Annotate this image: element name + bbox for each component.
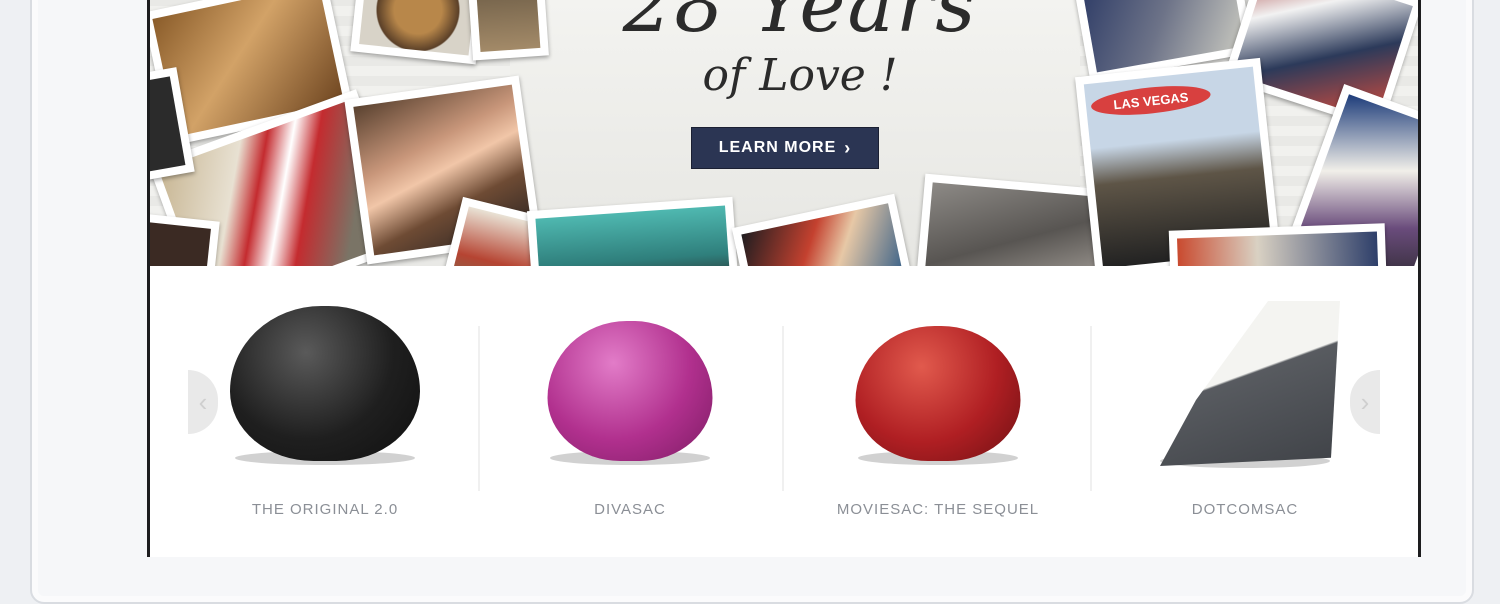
product-divider <box>782 326 784 491</box>
learn-more-label: LEARN MORE <box>718 139 837 156</box>
product-image-original <box>230 306 420 461</box>
las-vegas-sign: LAS VEGAS <box>1089 81 1212 120</box>
hero-subline: of Love ! <box>702 50 898 101</box>
product-image-divasac <box>547 321 713 461</box>
product-carousel: ‹ THE ORIGINAL 2.0 DIVASAC MOVIESAC: THE… <box>150 266 1418 557</box>
product-name: THE ORIGINAL 2.0 <box>251 501 399 518</box>
product-card-divasac[interactable]: DIVASAC <box>490 286 770 536</box>
collage-photo-bottom-right <box>1168 223 1388 266</box>
product-card-dotcomsac[interactable]: DOTCOMSAC <box>1105 286 1385 536</box>
hero-banner[interactable]: LAS VEGAS 28 Years of Love ! LEARN MORE … <box>150 0 1418 266</box>
collage-photo-left-bottom <box>150 212 220 266</box>
product-divider <box>478 326 480 491</box>
tablet-screen: LAS VEGAS 28 Years of Love ! LEARN MORE … <box>147 0 1421 557</box>
product-divider <box>1090 326 1092 491</box>
las-vegas-sign-text: LAS VEGAS <box>1112 89 1189 112</box>
learn-more-button[interactable]: LEARN MORE › <box>691 127 879 169</box>
collage-photo-circle <box>350 0 486 65</box>
product-name: DIVASAC <box>594 501 666 518</box>
product-image-moviesac <box>855 326 1021 461</box>
product-name: DOTCOMSAC <box>1191 501 1299 518</box>
product-name: MOVIESAC: THE SEQUEL <box>836 501 1040 518</box>
product-card-moviesac[interactable]: MOVIESAC: THE SEQUEL <box>798 286 1078 536</box>
hero-headline: 28 Years <box>622 0 978 50</box>
product-image-dotcomsac <box>1160 301 1340 466</box>
collage-photo-frame <box>467 0 549 61</box>
chevron-right-icon: › <box>1360 386 1370 417</box>
chevron-right-icon: › <box>844 137 852 158</box>
product-card-original[interactable]: THE ORIGINAL 2.0 <box>185 286 465 536</box>
tablet-frame: LAS VEGAS 28 Years of Love ! LEARN MORE … <box>30 0 1474 604</box>
